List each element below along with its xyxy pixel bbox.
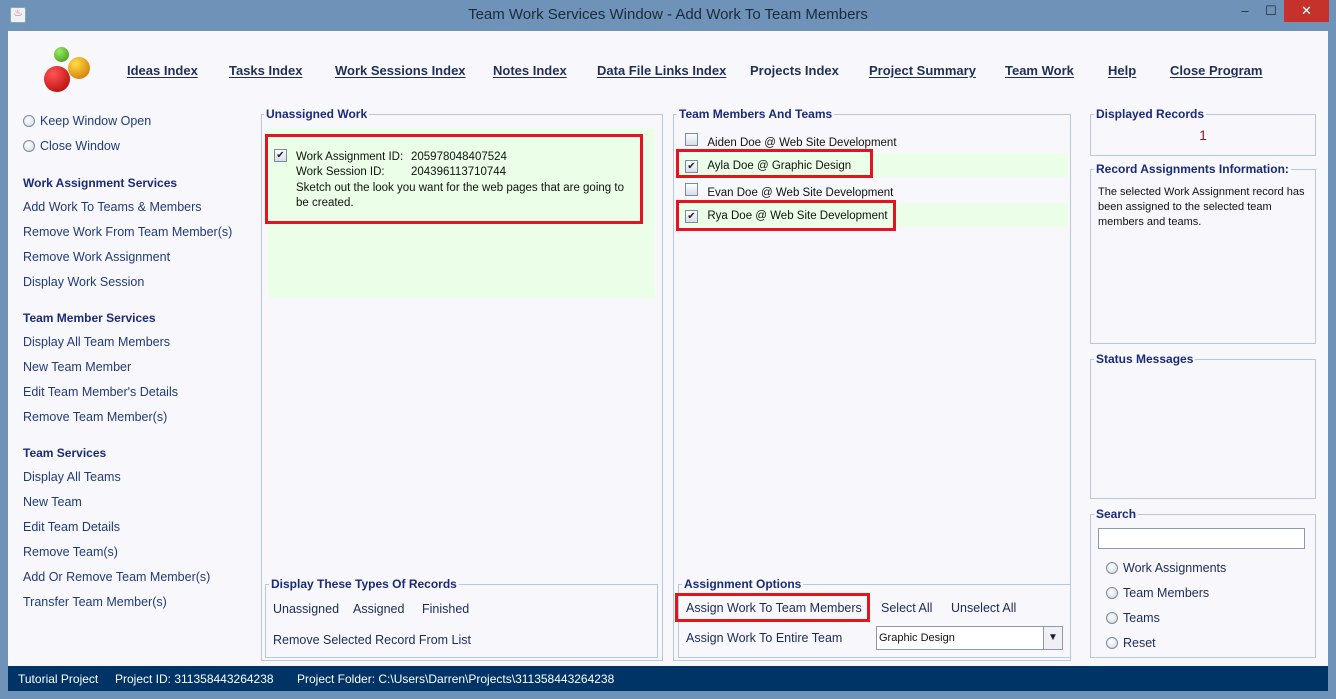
- checkbox-unchecked[interactable]: [685, 183, 698, 196]
- sidebar-item[interactable]: Display All Team Members: [23, 335, 170, 349]
- panel-title: Record Assignments Information:: [1094, 162, 1291, 176]
- chevron-down-icon[interactable]: ▼: [1043, 627, 1062, 649]
- panel-title: Assignment Options: [682, 577, 804, 591]
- label: Work Assignment ID:: [296, 151, 404, 163]
- radio-label: Teams: [1123, 611, 1160, 625]
- member-label: Aiden Doe @ Web Site Development: [707, 137, 897, 149]
- window-title: Team Work Services Window - Add Work To …: [468, 6, 868, 23]
- radio-label: Keep Window Open: [40, 114, 152, 128]
- team-select[interactable]: Graphic Design ▼: [876, 626, 1063, 650]
- member-item[interactable]: ✔ Rya Doe @ Web Site Development: [685, 208, 888, 223]
- radio-label: Close Window: [40, 139, 120, 153]
- search-input[interactable]: [1098, 528, 1305, 549]
- section-heading: Team Member Services: [23, 311, 156, 325]
- project-name: Tutorial Project: [18, 672, 99, 686]
- panel-title: Display These Types Of Records: [269, 577, 459, 591]
- project-id: Project ID: 311358443264238: [115, 672, 274, 686]
- member-label: Evan Doe @ Web Site Development: [707, 187, 894, 199]
- sidebar-item[interactable]: Edit Team Member's Details: [23, 385, 178, 399]
- status-messages-panel: [1090, 359, 1316, 499]
- radio-label: Work Assignments: [1123, 561, 1227, 575]
- maximize-button[interactable]: ☐: [1258, 0, 1284, 22]
- radio-icon: [1106, 612, 1118, 624]
- member-item[interactable]: Evan Doe @ Web Site Development: [685, 183, 893, 199]
- unassigned-filter[interactable]: Unassigned: [273, 602, 339, 616]
- work-record[interactable]: ✔ Work Assignment ID: 205978048407524 Wo…: [265, 134, 643, 224]
- section-heading: Team Services: [23, 446, 107, 460]
- radio-label: Reset: [1123, 636, 1156, 650]
- assign-entire-team-button[interactable]: Assign Work To Entire Team: [686, 631, 842, 645]
- search-reset-radio[interactable]: Reset: [1106, 636, 1156, 650]
- record-info-text: The selected Work Assignment record has …: [1098, 186, 1305, 228]
- radio-icon: [23, 140, 35, 152]
- checkbox-unchecked[interactable]: [685, 133, 698, 146]
- member-item[interactable]: ✔ Ayla Doe @ Graphic Design: [685, 158, 851, 173]
- radio-icon: [23, 115, 35, 127]
- sidebar-item[interactable]: Display All Teams: [23, 470, 121, 484]
- radio-icon: [1106, 587, 1118, 599]
- panel-title: Unassigned Work: [264, 107, 370, 121]
- title-bar: ♨ Team Work Services Window - Add Work T…: [0, 0, 1336, 31]
- nav-help[interactable]: Help: [1108, 63, 1136, 78]
- nav-close-program[interactable]: Close Program: [1170, 63, 1262, 78]
- unselect-all-button[interactable]: Unselect All: [951, 601, 1016, 615]
- sidebar-item[interactable]: Remove Work Assignment: [23, 250, 170, 264]
- member-label: Rya Doe @ Web Site Development: [707, 210, 888, 222]
- radio-icon: [1106, 562, 1118, 574]
- selected-team: Graphic Design: [879, 632, 955, 644]
- sidebar-item[interactable]: New Team Member: [23, 360, 131, 374]
- status-bar: Tutorial Project Project ID: 31135844326…: [8, 666, 1328, 691]
- checkbox-checked[interactable]: ✔: [685, 210, 698, 223]
- select-all-button[interactable]: Select All: [881, 601, 932, 615]
- close-window-radio[interactable]: Close Window: [23, 139, 120, 153]
- remove-selected-record-button[interactable]: Remove Selected Record From List: [273, 633, 471, 647]
- keep-window-open-radio[interactable]: Keep Window Open: [23, 114, 151, 128]
- sidebar-item[interactable]: Remove Team(s): [23, 545, 118, 559]
- record-count: 1: [1199, 127, 1207, 143]
- search-team-members-radio[interactable]: Team Members: [1106, 586, 1209, 600]
- assignment-id: 205978048407524: [411, 151, 507, 163]
- sidebar-item[interactable]: Add Work To Teams & Members: [23, 200, 202, 214]
- member-item[interactable]: Aiden Doe @ Web Site Development: [685, 133, 897, 149]
- search-teams-radio[interactable]: Teams: [1106, 611, 1160, 625]
- sidebar-item[interactable]: New Team: [23, 495, 82, 509]
- minimize-button[interactable]: –: [1232, 0, 1258, 22]
- panel-title: Team Members And Teams: [677, 107, 835, 121]
- search-work-assignments-radio[interactable]: Work Assignments: [1106, 561, 1226, 575]
- project-folder: Project Folder: C:\Users\Darren\Projects…: [297, 672, 615, 686]
- nav-data-file-links-index[interactable]: Data File Links Index: [597, 63, 726, 78]
- assign-work-button[interactable]: Assign Work To Team Members: [686, 601, 862, 615]
- description: Sketch out the look you want for the web…: [296, 182, 624, 209]
- nav-team-work[interactable]: Team Work: [1005, 63, 1074, 78]
- nav-work-sessions-index[interactable]: Work Sessions Index: [335, 63, 466, 78]
- sidebar-item[interactable]: Display Work Session: [23, 275, 144, 289]
- panel-title: Displayed Records: [1094, 107, 1207, 121]
- assigned-filter[interactable]: Assigned: [353, 602, 404, 616]
- nav-ideas-index[interactable]: Ideas Index: [127, 63, 198, 78]
- close-button[interactable]: ✕: [1284, 0, 1329, 22]
- member-label: Ayla Doe @ Graphic Design: [707, 160, 852, 172]
- nav-projects-index[interactable]: Projects Index: [750, 63, 839, 78]
- sidebar-item[interactable]: Transfer Team Member(s): [23, 595, 167, 609]
- panel-title: Search: [1094, 507, 1139, 521]
- section-heading: Work Assignment Services: [23, 176, 178, 190]
- session-id: 204396113710744: [411, 166, 507, 178]
- sidebar-item[interactable]: Remove Team Member(s): [23, 410, 167, 424]
- panel-title: Status Messages: [1094, 352, 1196, 366]
- app-logo: [44, 46, 92, 94]
- nav-tasks-index[interactable]: Tasks Index: [229, 63, 302, 78]
- checkbox-checked[interactable]: ✔: [274, 149, 287, 162]
- nav-project-summary[interactable]: Project Summary: [869, 63, 976, 78]
- checkbox-checked[interactable]: ✔: [685, 160, 698, 173]
- radio-label: Team Members: [1123, 586, 1210, 600]
- sidebar-item[interactable]: Remove Work From Team Member(s): [23, 225, 232, 239]
- sidebar-item[interactable]: Edit Team Details: [23, 520, 120, 534]
- sidebar-item[interactable]: Add Or Remove Team Member(s): [23, 570, 210, 584]
- label: Work Session ID:: [296, 166, 385, 178]
- radio-icon: [1106, 637, 1118, 649]
- finished-filter[interactable]: Finished: [422, 602, 469, 616]
- nav-notes-index[interactable]: Notes Index: [493, 63, 567, 78]
